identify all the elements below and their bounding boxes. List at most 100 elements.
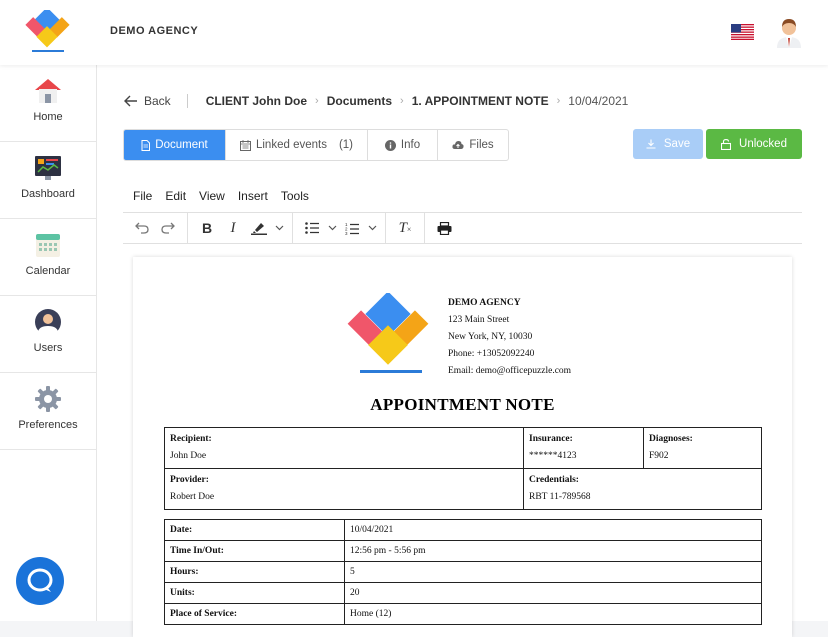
provider-cell: Provider: Robert Doe xyxy=(164,468,524,510)
history-group xyxy=(123,213,188,243)
chevron-right-icon: › xyxy=(400,95,404,107)
document-tabs: Document Linked events (1) Info Files xyxy=(123,129,509,161)
org-address-line2: New York, NY, 10030 xyxy=(448,332,533,342)
document-title: APPOINTMENT NOTE xyxy=(370,395,555,414)
detail-label: Hours: xyxy=(164,561,345,583)
menu-file[interactable]: File xyxy=(133,189,152,203)
menu-insert[interactable]: Insert xyxy=(238,189,268,203)
document-icon xyxy=(141,139,151,151)
unlocked-button[interactable]: Unlocked xyxy=(706,129,802,159)
breadcrumb-note[interactable]: 1. APPOINTMENT NOTE xyxy=(412,94,549,108)
org-address-line1: 123 Main Street xyxy=(448,315,510,325)
bullet-list-button[interactable] xyxy=(299,215,325,241)
sidebar-item-preferences[interactable]: Preferences xyxy=(0,373,96,450)
table-row: Recipient: John Doe Insurance: ******412… xyxy=(164,427,762,469)
bold-button[interactable]: B xyxy=(194,215,220,241)
user-avatar[interactable] xyxy=(775,16,803,48)
credentials-value: RBT 11-789568 xyxy=(529,492,591,502)
undo-button[interactable] xyxy=(129,215,155,241)
bullet-list-icon xyxy=(305,222,319,234)
insurance-cell: Insurance: ******4123 xyxy=(523,427,644,469)
menu-tools[interactable]: Tools xyxy=(281,189,309,203)
redo-icon xyxy=(161,222,175,234)
breadcrumb-divider xyxy=(186,94,188,108)
tab-linked-events[interactable]: Linked events (1) xyxy=(226,130,368,160)
credentials-label: Credentials: xyxy=(529,475,579,485)
document-page[interactable]: DEMO AGENCY 123 Main Street New York, NY… xyxy=(133,257,792,637)
breadcrumb-documents[interactable]: Documents xyxy=(327,94,392,108)
highlight-dropdown[interactable] xyxy=(272,215,286,241)
chevron-down-icon xyxy=(368,225,376,231)
clear-formatting-button[interactable]: T× xyxy=(392,215,418,241)
numbered-list-icon: 123 xyxy=(345,222,359,235)
editor-toolbar: B I 123 T× xyxy=(123,212,802,244)
redo-button[interactable] xyxy=(155,215,181,241)
unlocked-label: Unlocked xyxy=(739,138,787,150)
detail-label: Place of Service: xyxy=(164,603,345,625)
chevron-right-icon: › xyxy=(315,95,319,107)
breadcrumb-client[interactable]: CLIENT John Doe xyxy=(206,94,307,108)
save-label: Save xyxy=(663,138,691,150)
us-flag-icon[interactable] xyxy=(731,24,754,40)
detail-value: 10/04/2021 xyxy=(344,519,762,541)
chevron-down-icon xyxy=(275,225,283,231)
table-row: Provider: Robert Doe Credentials: RBT 11… xyxy=(164,468,762,510)
detail-label: Units: xyxy=(164,582,345,604)
chevron-down-icon xyxy=(328,225,336,231)
insurance-label: Insurance: xyxy=(529,434,573,444)
table-row: Place of Service: Home (12) xyxy=(164,603,762,625)
highlighter-icon xyxy=(251,223,267,235)
cloud-upload-icon xyxy=(452,141,464,149)
sidebar-item-label: Dashboard xyxy=(21,188,75,200)
diagnoses-value: F902 xyxy=(649,451,669,461)
italic-icon: I xyxy=(230,219,236,236)
sidebar-item-users[interactable]: Users xyxy=(0,296,96,373)
clear-formatting-icon: T× xyxy=(398,219,412,236)
save-button[interactable]: Save xyxy=(633,129,703,159)
sidebar-item-dashboard[interactable]: Dashboard xyxy=(0,142,96,219)
back-link[interactable]: Back xyxy=(124,94,171,108)
provider-label: Provider: xyxy=(170,475,209,485)
bullet-list-dropdown[interactable] xyxy=(325,215,339,241)
tab-files[interactable]: Files xyxy=(438,130,508,160)
gear-icon xyxy=(35,386,61,412)
tab-info[interactable]: Info xyxy=(368,130,438,160)
home-icon xyxy=(35,79,61,103)
chat-bubble-icon xyxy=(27,568,53,592)
top-bar: DEMO AGENCY xyxy=(0,0,828,65)
calendar-small-icon xyxy=(239,139,251,151)
table-row: Date: 10/04/2021 xyxy=(164,519,762,541)
detail-value: 20 xyxy=(344,582,762,604)
sidebar-item-label: Preferences xyxy=(18,419,78,431)
chat-button[interactable] xyxy=(16,557,64,605)
org-phone: Phone: +13052092240 xyxy=(448,349,535,359)
diagnoses-label: Diagnoses: xyxy=(649,434,693,444)
diagnoses-cell: Diagnoses: F902 xyxy=(643,427,762,469)
sidebar-item-label: Home xyxy=(33,111,63,123)
tab-label: Info xyxy=(400,139,421,151)
tab-label: Files xyxy=(469,139,494,151)
numbered-list-dropdown[interactable] xyxy=(365,215,379,241)
table-row: Hours: 5 xyxy=(164,561,762,583)
numbered-list-button[interactable]: 123 xyxy=(339,215,365,241)
menu-view[interactable]: View xyxy=(199,189,225,203)
menu-edit[interactable]: Edit xyxy=(165,189,186,203)
sidebar-item-calendar[interactable]: Calendar xyxy=(0,219,96,296)
unlock-icon xyxy=(721,138,732,150)
agency-logo[interactable] xyxy=(24,10,74,54)
recipient-cell: Recipient: John Doe xyxy=(164,427,524,469)
recipient-label: Recipient: xyxy=(170,434,212,444)
table-row: Time In/Out: 12:56 pm - 5:56 pm xyxy=(164,540,762,562)
info-icon xyxy=(384,139,396,151)
print-button[interactable] xyxy=(431,215,457,241)
italic-button[interactable]: I xyxy=(220,215,246,241)
recipient-value: John Doe xyxy=(170,451,207,461)
sidebar-item-home[interactable]: Home xyxy=(0,65,96,142)
highlight-button[interactable] xyxy=(246,215,272,241)
tab-document[interactable]: Document xyxy=(124,130,226,160)
tab-label: Document xyxy=(155,139,208,151)
tab-label: Linked events xyxy=(255,139,327,151)
list-group: 123 xyxy=(293,213,386,243)
detail-value: 5 xyxy=(344,561,762,583)
sidebar-item-label: Calendar xyxy=(25,265,71,277)
